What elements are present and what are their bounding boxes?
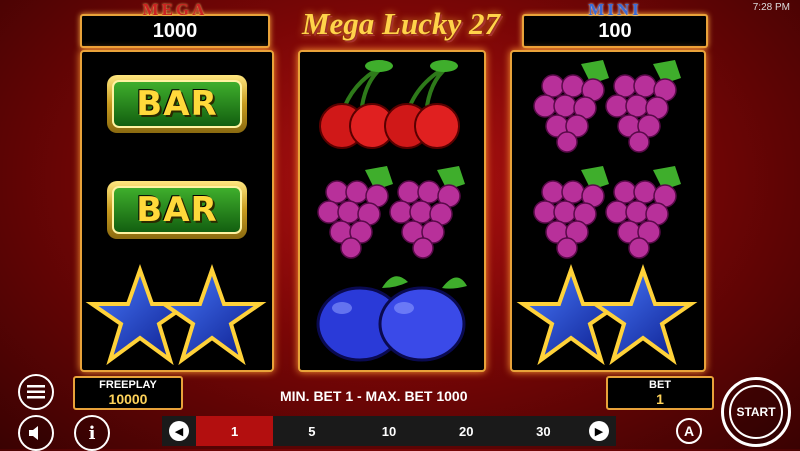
mega-jackpot-title: MEGA (142, 0, 208, 19)
menu-icon[interactable] (18, 374, 54, 410)
bar-symbol-label: BAR (112, 186, 242, 234)
freeplay-panel: FREEPLAY 10000 (73, 376, 183, 410)
bet-selector: ◀ 1 5 10 20 30 ▶ (162, 416, 616, 446)
bet-option[interactable]: 5 (273, 416, 350, 446)
freeplay-label: FREEPLAY (99, 379, 157, 391)
reel-2 (298, 50, 486, 372)
star-icon (82, 263, 272, 368)
reel-1: BAR BAR (80, 50, 274, 372)
bet-option[interactable]: 30 (505, 416, 582, 446)
prev-arrow-icon: ◀ (169, 421, 189, 441)
star-icon (512, 263, 704, 368)
mini-jackpot-value: 100 (598, 20, 632, 42)
next-bet-button[interactable]: ▶ (582, 416, 616, 446)
bet-option[interactable]: 20 (428, 416, 505, 446)
bet-label: BET (649, 379, 671, 391)
info-icon[interactable]: i (74, 415, 110, 451)
symbol-bar: BAR (82, 52, 272, 156)
status-time: 7:28 PM (752, 2, 790, 13)
bet-limits-text: MIN. BET 1 - MAX. BET 1000 (280, 388, 468, 404)
cherry-icon (300, 52, 484, 156)
prev-bet-button[interactable]: ◀ (162, 416, 196, 446)
game-logo: Mega Lucky 27 (301, 6, 501, 41)
grape-icon (512, 158, 704, 262)
mega-jackpot-value: 1000 (152, 20, 198, 42)
plum-icon (300, 264, 484, 368)
bet-option[interactable]: 10 (350, 416, 427, 446)
mega-jackpot-panel: MEGA 1000 (80, 0, 270, 48)
next-arrow-icon: ▶ (589, 421, 610, 441)
sound-icon[interactable] (18, 415, 54, 451)
mini-jackpot-title: MINI (588, 0, 642, 19)
bar-symbol-label: BAR (112, 80, 242, 128)
grape-icon (300, 158, 484, 262)
grape-icon (512, 52, 704, 156)
bet-option[interactable]: 1 (196, 416, 274, 446)
bet-value: 1 (656, 391, 664, 407)
start-button[interactable]: START (721, 377, 791, 447)
freeplay-value: 10000 (108, 391, 148, 407)
autoplay-icon[interactable]: A (676, 418, 702, 444)
symbol-bar: BAR (82, 158, 272, 262)
start-label: START (736, 405, 776, 419)
reel-3 (510, 50, 706, 372)
bet-panel: BET 1 (606, 376, 714, 410)
mini-jackpot-panel: MINI 100 (522, 0, 708, 48)
